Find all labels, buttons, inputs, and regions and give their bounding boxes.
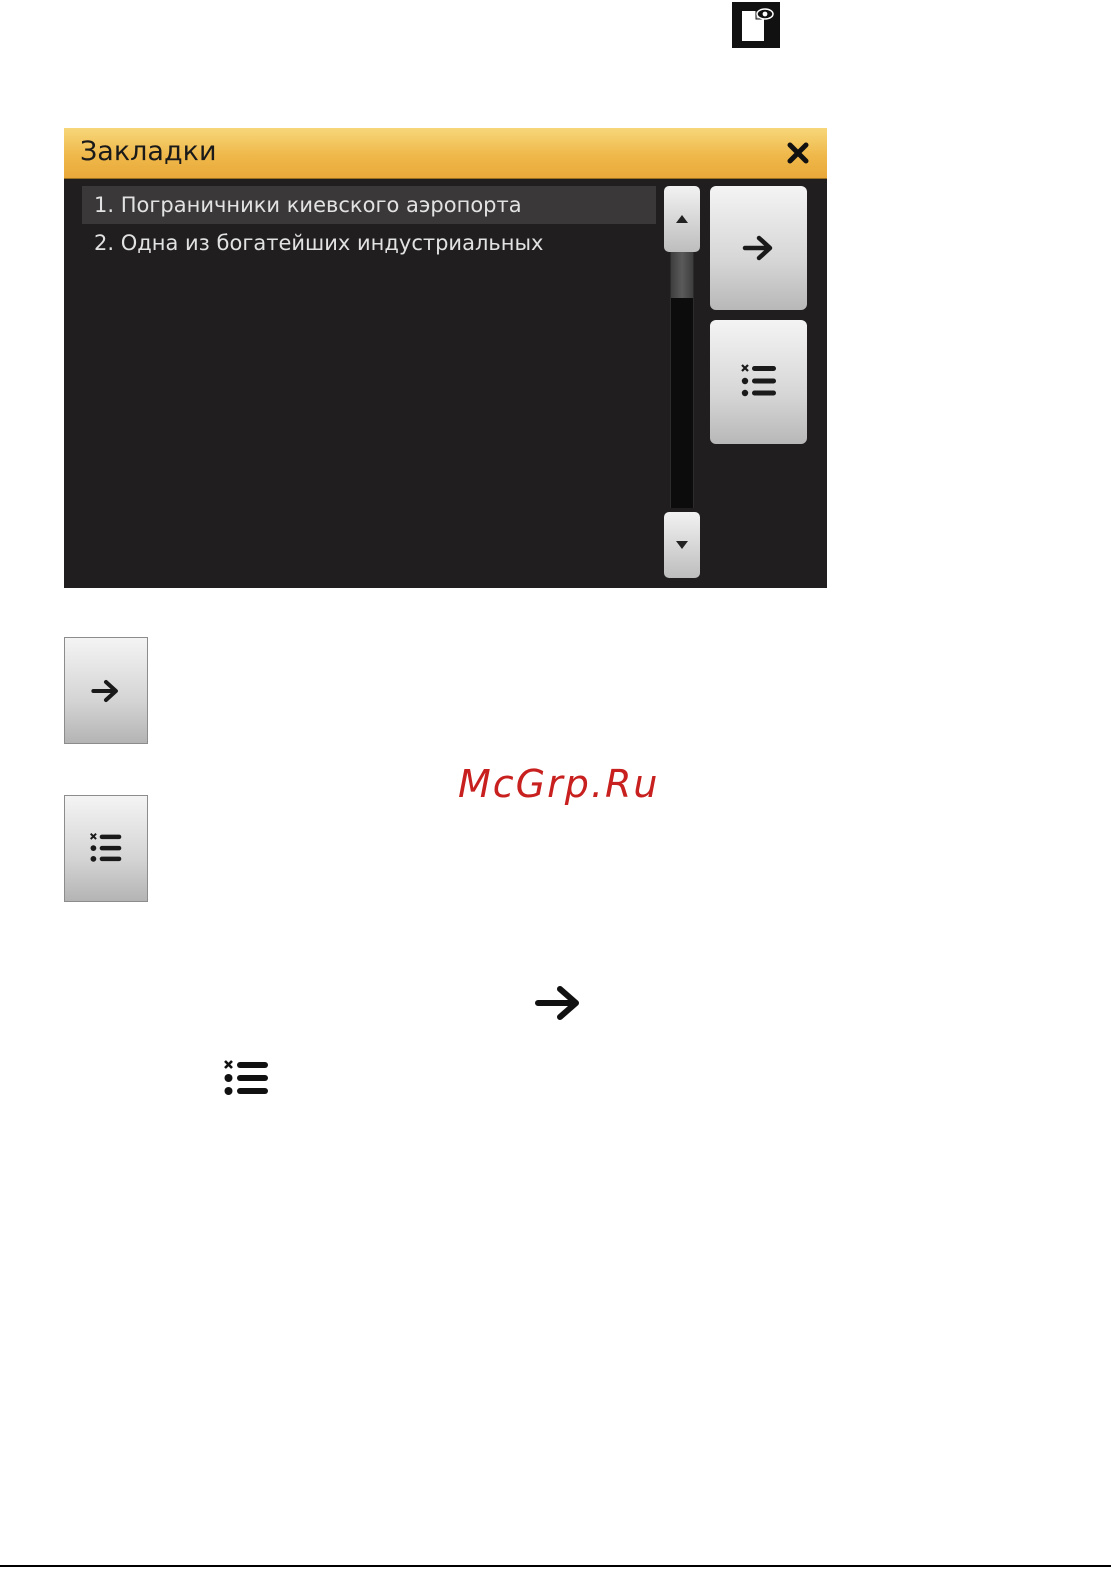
- dialog-title: Закладки: [80, 136, 217, 167]
- go-to-bookmark-button[interactable]: [710, 186, 807, 310]
- footer-rule: [0, 1565, 1111, 1567]
- arrow-right-icon: [535, 986, 579, 1020]
- dialog-header: Закладки: [64, 128, 827, 179]
- clear-button-illustration: [64, 795, 148, 902]
- list-item[interactable]: 2. Одна из богатейших индустриальных: [82, 224, 656, 262]
- arrow-right-icon: [91, 679, 118, 702]
- scroll-up-button[interactable]: [664, 186, 700, 252]
- go-button-illustration: [64, 637, 148, 744]
- scrollbar[interactable]: [664, 186, 700, 578]
- scroll-down-button[interactable]: [664, 512, 700, 578]
- close-icon[interactable]: [785, 140, 811, 166]
- clear-list-icon: [740, 364, 776, 397]
- clear-list-icon: [89, 832, 122, 862]
- bookmarks-dialog: Закладки 1. Пограничники киевского аэроп…: [64, 128, 827, 588]
- caret-up-icon: [676, 215, 688, 223]
- arrow-right-icon: [742, 235, 772, 261]
- list-item[interactable]: 1. Пограничники киевского аэропорта: [82, 186, 656, 224]
- bookmark-list: 1. Пограничники киевского аэропорта 2. О…: [82, 186, 656, 566]
- document-eye-icon: [732, 2, 780, 48]
- clear-bookmarks-button[interactable]: [710, 320, 807, 444]
- watermark: McGrp.Ru: [458, 762, 660, 806]
- clear-list-icon: [224, 1060, 268, 1095]
- caret-down-icon: [676, 541, 688, 549]
- scroll-thumb[interactable]: [671, 252, 693, 298]
